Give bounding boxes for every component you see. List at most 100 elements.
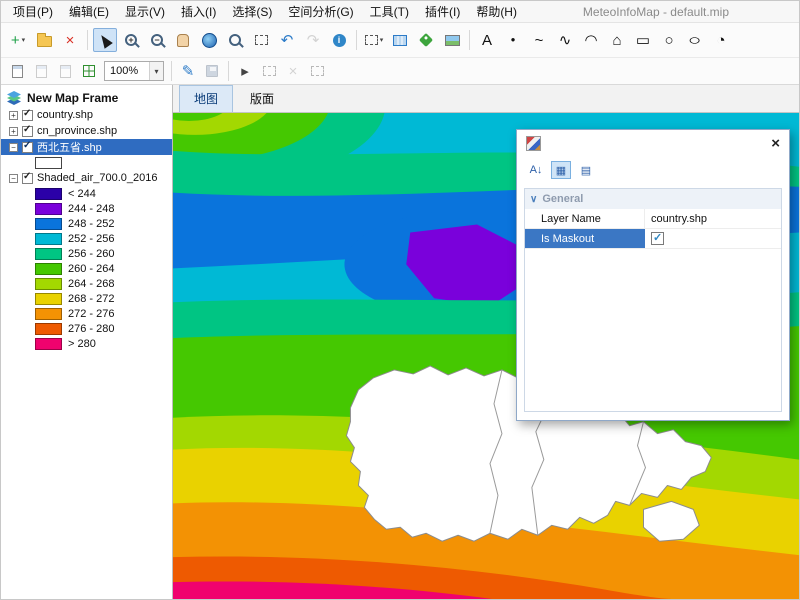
rectangle-tool-button[interactable]: ▭ <box>631 28 655 52</box>
full-extent-button-icon <box>202 33 217 48</box>
curve-tool-button[interactable]: ∿ <box>553 28 577 52</box>
layer-cn-province[interactable]: +cn_province.shp <box>1 123 172 139</box>
expand-toggle[interactable]: − <box>9 174 18 183</box>
circle-tool-button-icon: ○ <box>664 33 673 48</box>
point-tool-button[interactable]: ● <box>501 28 525 52</box>
polygon-tool-button[interactable]: ⌂ <box>605 28 629 52</box>
fill-swatch <box>35 157 62 169</box>
legend-swatch-row[interactable] <box>1 155 172 170</box>
zoom-to-layer-button[interactable] <box>223 28 247 52</box>
save-layout-button[interactable] <box>54 60 76 82</box>
layer-checkbox[interactable] <box>22 142 33 153</box>
label-button[interactable] <box>414 28 438 52</box>
map-frame-item[interactable]: New Map Frame <box>1 89 172 107</box>
layer-shaded-air[interactable]: −Shaded_air_700.0_2016 <box>1 170 172 186</box>
menu-item[interactable]: 插入(I) <box>173 0 224 23</box>
toolbar-separator <box>87 30 88 50</box>
layer-checkbox[interactable] <box>22 126 33 137</box>
doc-tabs: 地图版面 <box>173 85 799 113</box>
reshape-feature-button[interactable] <box>306 60 328 82</box>
legend-class-row[interactable]: > 280 <box>1 336 172 351</box>
open-file-button[interactable] <box>32 28 56 52</box>
sector-tool-button[interactable]: ◔ <box>709 28 733 52</box>
insert-image-button[interactable] <box>440 28 464 52</box>
legend-class-row[interactable]: 276 - 280 <box>1 321 172 336</box>
list-view-button[interactable]: ▤ <box>576 161 596 179</box>
zoom-rectangle-button[interactable] <box>249 28 273 52</box>
legend-class-row[interactable]: 252 - 256 <box>1 231 172 246</box>
map-grid-button[interactable] <box>78 60 100 82</box>
sort-button[interactable]: A↓ <box>526 161 546 179</box>
menu-bar: 项目(P)编辑(E)显示(V)插入(I)选择(S)空间分析(G)工具(T)插件(… <box>1 1 799 23</box>
property-label: Is Maskout <box>525 229 645 248</box>
undo-button-icon: ↶ <box>281 33 294 48</box>
maskout-checkbox[interactable] <box>651 232 664 245</box>
select-tool-button[interactable] <box>93 28 117 52</box>
dialog-close-button[interactable]: × <box>771 136 780 151</box>
categorized-view-button[interactable]: ▦ <box>551 161 571 179</box>
zoom-in-button[interactable] <box>119 28 143 52</box>
save-edits-button[interactable] <box>201 60 223 82</box>
circle-tool-button[interactable]: ○ <box>657 28 681 52</box>
expand-toggle[interactable]: − <box>9 143 18 152</box>
select-feature-button[interactable]: ▾ <box>362 28 386 52</box>
legend-class-row[interactable]: 260 - 264 <box>1 261 172 276</box>
legend-class-row[interactable]: < 244 <box>1 186 172 201</box>
menu-item[interactable]: 空间分析(G) <box>280 0 361 23</box>
property-row[interactable]: Layer Namecountry.shp <box>525 209 781 229</box>
menu-item[interactable]: 选择(S) <box>224 0 280 23</box>
delete-feature-button[interactable]: × <box>282 60 304 82</box>
arc-tool-button[interactable]: ◠ <box>579 28 603 52</box>
property-row[interactable]: Is Maskout <box>525 229 781 249</box>
layer-checkbox[interactable] <box>22 173 33 184</box>
tab-map[interactable]: 地图 <box>179 85 233 112</box>
redo-button[interactable]: ↷ <box>301 28 325 52</box>
legend-class-row[interactable]: 272 - 276 <box>1 306 172 321</box>
text-tool-button[interactable]: A <box>475 28 499 52</box>
layer-country[interactable]: +country.shp <box>1 107 172 123</box>
remove-layer-button[interactable]: × <box>58 28 82 52</box>
expand-toggle[interactable]: + <box>9 127 18 136</box>
pan-tool-button[interactable] <box>171 28 195 52</box>
identify-button[interactable] <box>327 28 351 52</box>
legend-class-row[interactable]: 244 - 248 <box>1 201 172 216</box>
map-canvas[interactable]: × A↓ ▦ ▤ ∨ General Layer Namecountry.shpIs… <box>173 113 799 599</box>
add-layer-button-icon: + <box>11 33 20 48</box>
section-header-general[interactable]: ∨ General <box>525 189 781 209</box>
map-frame-icon <box>6 91 22 105</box>
add-layer-button[interactable]: +▾ <box>6 28 30 52</box>
legend-class-row[interactable]: 268 - 272 <box>1 291 172 306</box>
zoom-rectangle-button-icon <box>255 35 268 45</box>
open-layout-button[interactable] <box>30 60 52 82</box>
expand-toggle[interactable]: + <box>9 111 18 120</box>
zoom-in-button-icon <box>125 34 137 46</box>
polyline-tool-button[interactable]: ~ <box>527 28 551 52</box>
zoom-level-combo[interactable]: 100%▾ <box>104 61 164 81</box>
start-edit-button[interactable]: ▸ <box>234 60 256 82</box>
menu-item[interactable]: 帮助(H) <box>468 0 525 23</box>
zoom-out-button[interactable] <box>145 28 169 52</box>
legend-class-row[interactable]: 248 - 252 <box>1 216 172 231</box>
add-feature-button[interactable] <box>258 60 280 82</box>
legend-class-row[interactable]: 256 - 260 <box>1 246 172 261</box>
dialog-title-bar[interactable]: × <box>517 130 789 156</box>
menu-item[interactable]: 插件(I) <box>417 0 468 23</box>
undo-button[interactable]: ↶ <box>275 28 299 52</box>
menu-item[interactable]: 编辑(E) <box>61 0 117 23</box>
new-layout-button[interactable] <box>6 60 28 82</box>
class-label: 268 - 272 <box>68 293 114 305</box>
attribute-table-button[interactable] <box>388 28 412 52</box>
legend-class-row[interactable]: 264 - 268 <box>1 276 172 291</box>
open-file-button-icon <box>37 36 52 47</box>
edit-vertices-button[interactable]: ✎ <box>177 60 199 82</box>
combo-arrow-icon: ▾ <box>149 62 163 80</box>
menu-item[interactable]: 显示(V) <box>117 0 173 23</box>
menu-item[interactable]: 工具(T) <box>362 0 417 23</box>
layer-checkbox[interactable] <box>22 110 33 121</box>
full-extent-button[interactable] <box>197 28 221 52</box>
layer-xibei[interactable]: −西北五省.shp <box>1 139 172 155</box>
class-label: > 280 <box>68 338 96 350</box>
tab-layout[interactable]: 版面 <box>235 85 289 112</box>
menu-item[interactable]: 项目(P) <box>5 0 61 23</box>
ellipse-tool-button[interactable]: ○ <box>683 28 707 52</box>
